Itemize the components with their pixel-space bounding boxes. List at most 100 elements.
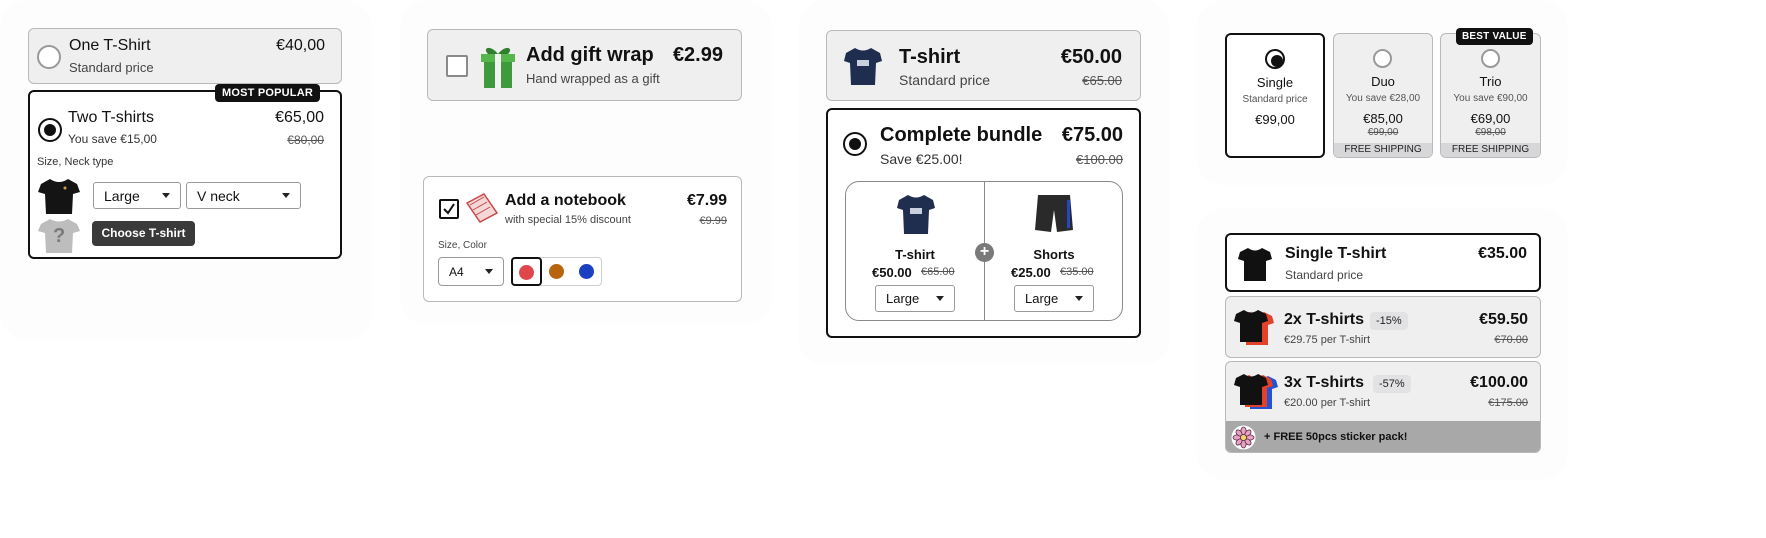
- free-shipping-label: FREE SHIPPING: [1334, 143, 1432, 157]
- tier-subtitle: You save €28,00: [1345, 93, 1421, 104]
- addon-subtitle: with special 15% discount: [505, 214, 631, 226]
- option-subtitle: Standard price: [899, 72, 991, 88]
- radio-trio[interactable]: [1481, 49, 1500, 68]
- navy-tshirt-thumbnail: [843, 45, 883, 87]
- option-price: €100.00: [1470, 374, 1528, 391]
- option-3x-tshirts[interactable]: 3x T-shirts -57% €20.00 per T-shirt €100…: [1225, 361, 1541, 453]
- size-select-value: Large: [104, 187, 140, 204]
- option-old-price: €100.00: [1076, 152, 1123, 167]
- most-popular-badge: MOST POPULAR: [214, 84, 320, 102]
- neck-select-value: V neck: [197, 187, 240, 204]
- sticker-pack-bar: + FREE 50pcs sticker pack!: [1226, 421, 1540, 452]
- option-subtitle: Standard price: [1285, 268, 1364, 282]
- tier-title: Trio: [1479, 74, 1502, 89]
- option-price: €40,00: [276, 37, 325, 54]
- option-title: T-shirt: [899, 46, 961, 68]
- two-tshirts-icon: [1233, 307, 1277, 347]
- option-two-tshirts[interactable]: MOST POPULAR Two T-shirts You save €15,0…: [28, 84, 342, 259]
- radio-one-tshirt[interactable]: [37, 45, 61, 69]
- option-title: Two T-shirts: [68, 109, 154, 126]
- discount-badge: -57%: [1373, 375, 1411, 393]
- option-subtitle: Standard price: [69, 60, 154, 75]
- bundle-shorts-size-value: Large: [1025, 291, 1059, 306]
- bundle-item-price: €25.00: [1011, 265, 1051, 280]
- tier-single[interactable]: Single Standard price €99,00: [1225, 33, 1325, 158]
- addon-title: Add a notebook: [505, 192, 626, 209]
- chevron-down-icon: [282, 193, 290, 198]
- bundle-item-old-price: €35.00: [1060, 266, 1094, 278]
- bundle-item-price: €50.00: [872, 265, 912, 280]
- chevron-down-icon: [1075, 296, 1083, 301]
- variant-label: Size, Color: [438, 240, 487, 251]
- addon-old-price: €9.99: [699, 215, 727, 227]
- option-subtitle: €20.00 per T-shirt: [1284, 397, 1371, 409]
- addon-price: €7.99: [686, 192, 727, 209]
- radio-two-tshirts[interactable]: [38, 118, 62, 142]
- option-title: Single T-shirt: [1285, 245, 1387, 262]
- option-2x-tshirts[interactable]: 2x T-shirts -15% €29.75 per T-shirt €59.…: [1225, 296, 1541, 358]
- option-old-price: €175.00: [1488, 397, 1528, 409]
- neck-select[interactable]: V neck: [186, 182, 301, 209]
- tier-trio[interactable]: BEST VALUE Trio You save €90,00 €69,00 €…: [1440, 28, 1541, 158]
- black-tshirt-icon: [1237, 245, 1273, 283]
- size-select[interactable]: Large: [93, 182, 181, 209]
- tier-subtitle: Standard price: [1242, 94, 1308, 105]
- addon-subtitle: Hand wrapped as a gift: [526, 71, 660, 86]
- notebook-size-select[interactable]: A4: [438, 257, 504, 286]
- addon-title: Add gift wrap: [526, 44, 654, 66]
- free-shipping-label: FREE SHIPPING: [1441, 143, 1540, 157]
- unknown-question-glyph: ?: [53, 225, 66, 247]
- bundle-item-old-price: €65.00: [921, 266, 955, 278]
- chevron-down-icon: [162, 193, 170, 198]
- bundle-tshirt-size-select[interactable]: Large: [875, 285, 955, 312]
- tier-duo[interactable]: Duo You save €28,00 €85,00 €99,00 FREE S…: [1333, 33, 1433, 158]
- option-title: 3x T-shirts: [1284, 374, 1365, 391]
- option-single-tshirt[interactable]: T-shirt Standard price €50.00 €65.00: [826, 30, 1141, 101]
- black-tshirt-thumbnail: [37, 176, 81, 216]
- gift-box-icon: [476, 42, 520, 90]
- placeholder-tshirt-thumbnail: ?: [37, 216, 81, 254]
- chevron-down-icon: [485, 269, 493, 274]
- swatch-brown[interactable]: [549, 264, 564, 279]
- gift-wrap-checkbox[interactable]: [446, 55, 468, 77]
- option-price: €59.50: [1479, 311, 1528, 328]
- radio-complete-bundle[interactable]: [843, 132, 867, 156]
- choose-tshirt-button[interactable]: Choose T-shirt: [92, 221, 195, 246]
- swatch-blue[interactable]: [579, 264, 594, 279]
- option-single-tshirt-pack[interactable]: Single T-shirt Standard price €35.00: [1225, 233, 1541, 292]
- shorts-image: [1033, 192, 1075, 236]
- sticker-pack-text: + FREE 50pcs sticker pack!: [1264, 431, 1408, 443]
- option-old-price: €70.00: [1494, 334, 1528, 346]
- option-complete-bundle[interactable]: Complete bundle Save €25.00! €75.00 €100…: [826, 108, 1141, 338]
- option-one-tshirt[interactable]: One T-Shirt Standard price €40,00: [28, 28, 342, 84]
- variant-label: Size, Neck type: [37, 156, 114, 168]
- addon-gift-wrap[interactable]: Add gift wrap Hand wrapped as a gift €2.…: [427, 29, 742, 101]
- radio-single[interactable]: [1265, 49, 1285, 69]
- notebook-checkbox[interactable]: [439, 199, 459, 219]
- color-swatch-group: [511, 257, 602, 286]
- tier-price: €69,00: [1470, 111, 1511, 126]
- option-subtitle: €29.75 per T-shirt: [1284, 334, 1371, 346]
- option-price: €35.00: [1478, 245, 1527, 262]
- tier-title: Duo: [1371, 74, 1395, 89]
- tier-price: €85,00: [1363, 111, 1403, 126]
- radio-duo[interactable]: [1373, 49, 1392, 68]
- notebook-icon: [464, 191, 500, 225]
- option-price: €50.00: [1060, 46, 1122, 68]
- bundle-items: + T-shirt €50.00 €65.00 Large Shorts €25…: [845, 181, 1123, 321]
- bundle-item-tshirt: T-shirt €50.00 €65.00 Large: [846, 182, 984, 322]
- option-subtitle: You save €15,00: [68, 132, 157, 146]
- swatch-red[interactable]: [511, 257, 542, 286]
- bundle-item-name: Shorts: [1033, 247, 1075, 262]
- best-value-badge: BEST VALUE: [1456, 28, 1533, 45]
- option-title: One T-Shirt: [69, 37, 151, 54]
- option-price: €75.00: [1061, 124, 1123, 146]
- option-subtitle: Save €25.00!: [880, 151, 963, 167]
- bundle-item-name: T-shirt: [895, 247, 935, 262]
- addon-notebook[interactable]: Add a notebook with special 15% discount…: [423, 176, 742, 302]
- three-tshirts-icon: [1233, 371, 1279, 411]
- option-title: 2x T-shirts: [1284, 311, 1365, 328]
- option-old-price: €65.00: [1082, 73, 1122, 88]
- bundle-item-shorts: Shorts €25.00 €35.00 Large: [985, 182, 1123, 322]
- bundle-shorts-size-select[interactable]: Large: [1014, 285, 1094, 312]
